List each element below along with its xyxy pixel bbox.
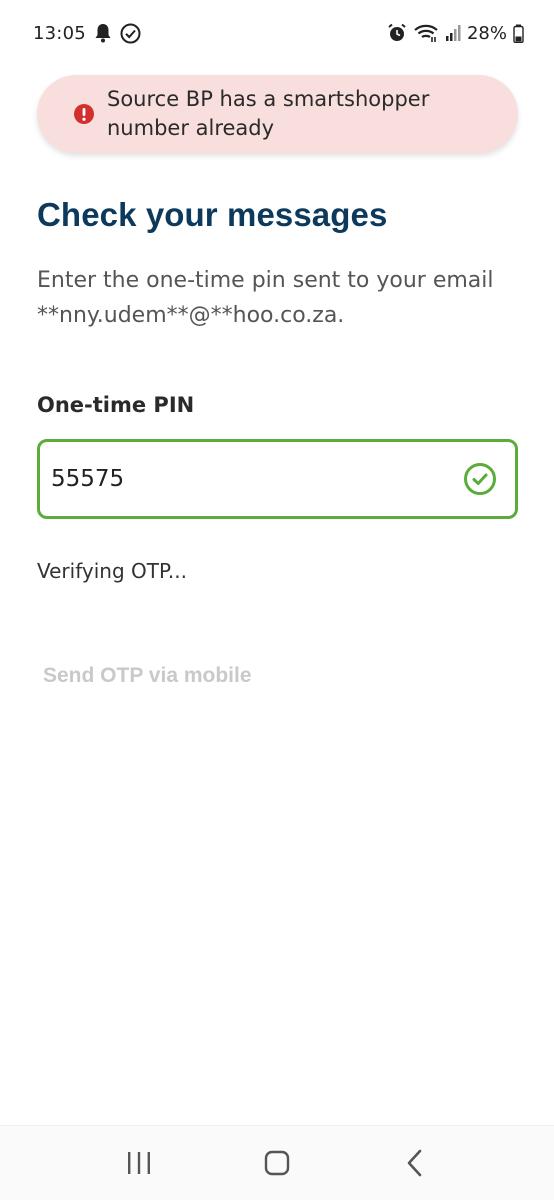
- otp-screen: 13:05 28% Source BP has a smartshopper n…: [0, 0, 554, 1200]
- page-title: Check your messages: [37, 196, 388, 233]
- verifying-status: Verifying OTP...: [37, 559, 187, 583]
- recent-apps-icon[interactable]: [114, 1138, 164, 1188]
- error-toast: Source BP has a smartshopper number alre…: [37, 75, 518, 153]
- status-time: 13:05: [33, 22, 86, 44]
- send-otp-mobile-button[interactable]: Send OTP via mobile: [43, 664, 252, 688]
- battery-percent: 28%: [466, 22, 507, 44]
- navigation-bar: [0, 1125, 554, 1200]
- home-icon[interactable]: [252, 1138, 302, 1188]
- alarm-icon: [387, 23, 407, 43]
- battery-icon: [513, 24, 524, 43]
- pin-input[interactable]: [51, 466, 431, 492]
- bell-icon: [94, 23, 112, 43]
- status-bar: 13:05 28%: [0, 0, 554, 66]
- signal-icon: [445, 24, 461, 42]
- status-left: 13:05: [33, 23, 141, 44]
- pin-field[interactable]: [37, 439, 518, 519]
- page-description: Enter the one-time pin sent to your emai…: [37, 268, 494, 328]
- toast-message: Source BP has a smartshopper number alre…: [107, 87, 430, 140]
- error-icon: [73, 103, 95, 125]
- check-circle-icon: [463, 462, 497, 496]
- pin-field-label: One-time PIN: [37, 393, 195, 417]
- status-right: 28%: [387, 23, 524, 44]
- back-icon[interactable]: [390, 1138, 440, 1188]
- check-circle-icon: [120, 23, 141, 44]
- wifi-icon: [413, 23, 439, 43]
